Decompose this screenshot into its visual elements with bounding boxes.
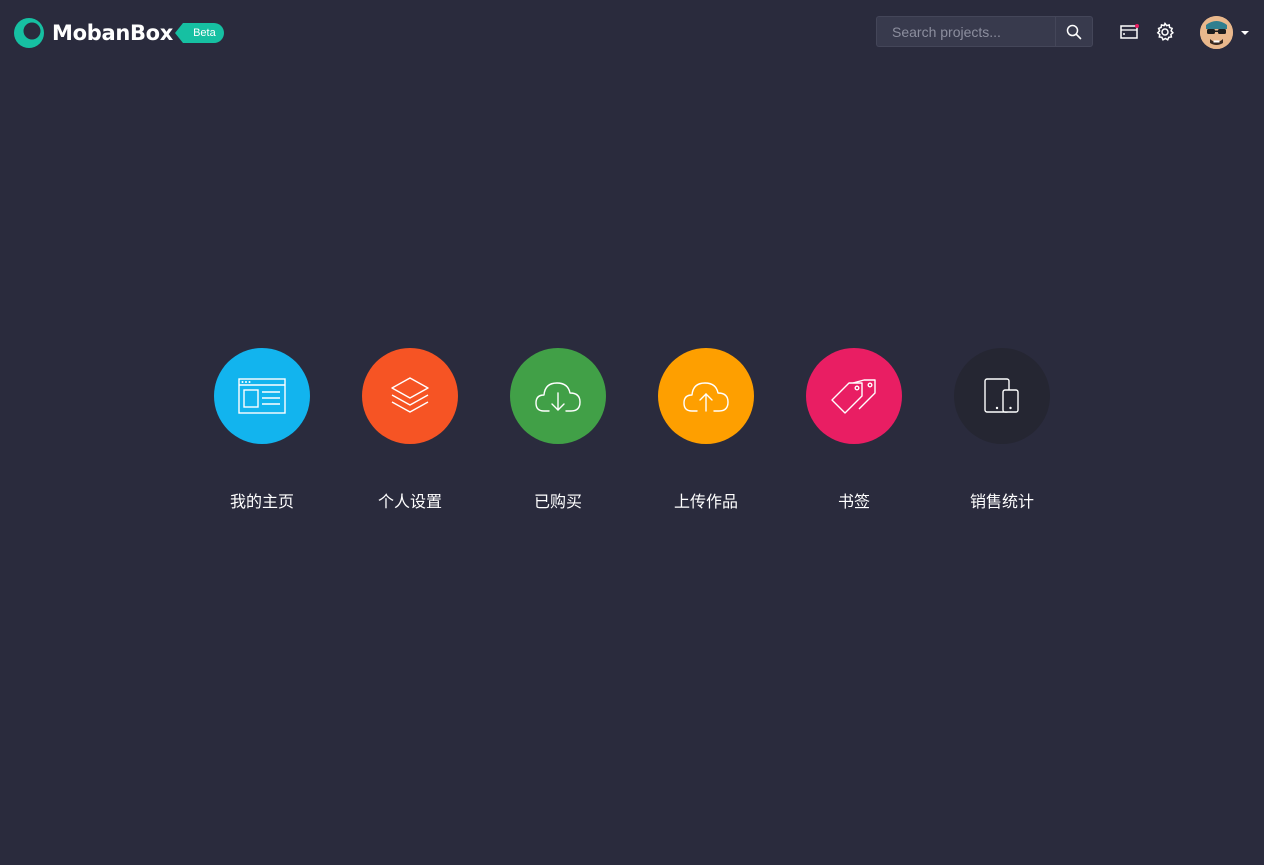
tile-purchased[interactable]: 已购买 <box>484 348 632 512</box>
tile-label: 我的主页 <box>229 492 294 511</box>
top-navbar: MobanBox Beta <box>0 0 1264 64</box>
brand-name: MobanBox <box>52 21 174 45</box>
tile-my-homepage[interactable]: 我的主页 <box>188 348 336 512</box>
tile-label: 销售统计 <box>969 492 1034 511</box>
tile-circle <box>658 348 754 444</box>
tile-label: 书签 <box>837 492 870 511</box>
tile-label: 上传作品 <box>673 492 738 511</box>
folder-button[interactable] <box>1118 21 1140 43</box>
quick-links: 我的主页 个人设置 已购买 上传作品 书签 销售统计 <box>188 348 1076 512</box>
gear-icon <box>1156 22 1174 41</box>
search-box <box>876 16 1093 47</box>
tile-upload-works[interactable]: 上传作品 <box>632 348 780 512</box>
beta-badge: Beta <box>175 23 224 43</box>
search-button[interactable] <box>1055 16 1093 47</box>
tile-circle <box>214 348 310 444</box>
tile-sales-stats[interactable]: 销售统计 <box>928 348 1076 512</box>
devices-icon <box>984 378 1019 413</box>
tags-icon <box>831 379 876 414</box>
brand[interactable]: MobanBox Beta <box>14 18 224 48</box>
avatar-image <box>1200 16 1233 49</box>
tile-label: 个人设置 <box>377 492 442 511</box>
cloud-download-icon <box>535 382 581 412</box>
caret-down-icon[interactable] <box>1241 31 1249 35</box>
tile-bookmarks[interactable]: 书签 <box>780 348 928 512</box>
tile-personal-settings[interactable]: 个人设置 <box>336 348 484 512</box>
layers-icon <box>391 377 429 413</box>
tile-label: 已购买 <box>533 492 582 511</box>
settings-button[interactable] <box>1154 21 1176 43</box>
tile-circle <box>362 348 458 444</box>
cloud-upload-icon <box>683 382 729 412</box>
avatar[interactable] <box>1200 16 1233 49</box>
search-input[interactable] <box>876 16 1055 47</box>
folder-icon <box>1119 24 1139 39</box>
tile-circle <box>954 348 1050 444</box>
tile-circle <box>510 348 606 444</box>
search-icon <box>1066 24 1082 39</box>
browser-window-icon <box>238 378 286 414</box>
tile-circle <box>806 348 902 444</box>
logo-mark-icon <box>14 18 44 48</box>
